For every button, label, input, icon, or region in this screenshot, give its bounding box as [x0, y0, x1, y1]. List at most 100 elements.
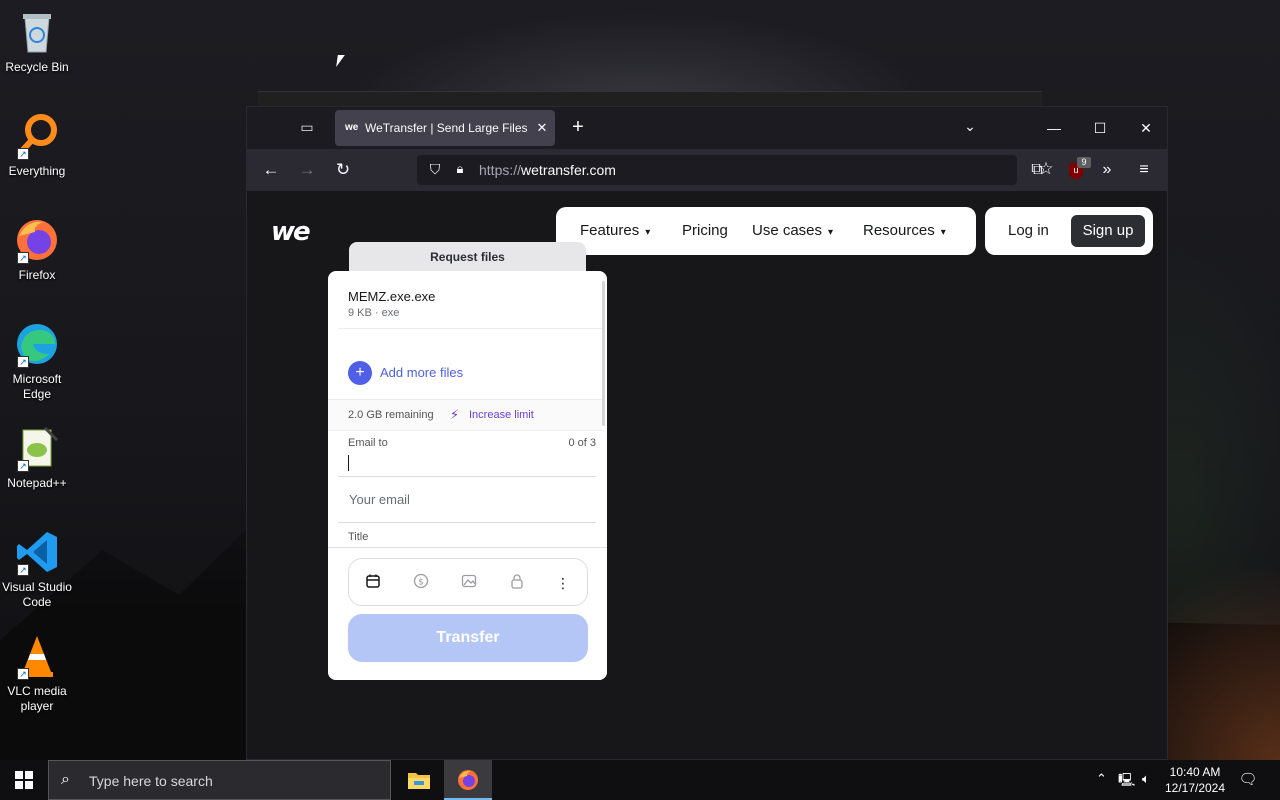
desktop-icon-label: Everything — [8, 164, 66, 178]
desktop-icon-firefox[interactable]: ↗ Firefox — [0, 216, 74, 283]
file-name: MEMZ.exe.exe — [348, 289, 436, 304]
email-to-label: Email to — [348, 437, 388, 449]
shortcut-arrow-icon: ↗ — [17, 460, 29, 472]
calendar-icon[interactable] — [363, 573, 383, 593]
taskbar: ⌕ Type here to search ⌃ 🖳︎ 🔈︎ 10:40 AM 1… — [0, 760, 1280, 800]
reload-button[interactable]: ↻ — [331, 159, 355, 181]
navigation-toolbar: ← → ↻ ⛉ 🔒︎ https://wetransfer.com ☆ ⧉ u … — [247, 149, 1167, 191]
extensions-puzzle-icon[interactable]: ⧉ — [1025, 159, 1049, 181]
your-email-input[interactable] — [338, 487, 588, 511]
file-meta: 9 KB · exe — [348, 307, 400, 319]
desktop-icon-edge[interactable]: ↗ Microsoft Edge — [0, 320, 74, 402]
nav-pricing[interactable]: Pricing — [682, 223, 728, 239]
file-explorer-taskbar-icon[interactable] — [395, 760, 443, 800]
firefox-view-icon[interactable]: ▭ — [297, 119, 317, 137]
firefox-window: ▭ we WeTransfer | Send Large Files Fa ✕ … — [246, 106, 1168, 760]
tab-bar: ▭ we WeTransfer | Send Large Files Fa ✕ … — [247, 107, 1167, 149]
clock-date: 12/17/2024 — [1164, 781, 1226, 795]
nav-use-cases[interactable]: Use cases ▾ — [752, 223, 833, 241]
list-tabs-chevron-icon[interactable]: ⌄ — [959, 118, 981, 135]
chevron-down-icon: ▾ — [645, 227, 651, 238]
edge-icon: ↗ — [13, 320, 61, 368]
desktop-icon-label: Recycle Bin — [5, 60, 69, 74]
recycle-bin-icon — [13, 8, 61, 56]
lightning-icon: ⚡︎ — [450, 407, 460, 422]
increase-limit-link[interactable]: Increase limit — [469, 409, 534, 421]
firefox-taskbar-icon[interactable] — [444, 760, 492, 800]
desktop-icon-label: Microsoft Edge — [12, 372, 62, 401]
windows-start-icon[interactable] — [0, 760, 48, 800]
email-to-field[interactable]: Email to 0 of 3 — [338, 431, 596, 477]
taskbar-search-box[interactable]: ⌕ Type here to search — [48, 760, 391, 800]
maximize-button[interactable]: ☐ — [1077, 117, 1123, 139]
transfer-button[interactable]: Transfer — [348, 614, 588, 662]
hamburger-menu-icon[interactable]: ≡ — [1132, 159, 1156, 181]
system-clock[interactable]: 10:40 AM 12/17/2024 — [1162, 764, 1228, 796]
minimize-button[interactable]: — — [1031, 117, 1077, 139]
desktop-icon-label: Notepad++ — [7, 476, 67, 490]
shortcut-arrow-icon: ↗ — [17, 668, 29, 680]
back-button[interactable]: ← — [259, 159, 283, 181]
remaining-text: 2.0 GB remaining — [348, 409, 434, 421]
tab-wetransfer[interactable]: we WeTransfer | Send Large Files Fa ✕ — [335, 110, 555, 146]
close-tab-icon[interactable]: ✕ — [535, 110, 549, 146]
login-link[interactable]: Log in — [1008, 223, 1049, 239]
search-placeholder: Type here to search — [89, 773, 213, 789]
everything-search-icon: ↗ — [13, 112, 61, 160]
notepadpp-icon: ↗ — [13, 424, 61, 472]
volume-muted-icon[interactable]: 🔈︎ — [1142, 771, 1150, 787]
desktop-icon-notepadpp[interactable]: ↗ Notepad++ — [0, 424, 74, 491]
address-bar[interactable]: ⛉ 🔒︎ https://wetransfer.com ☆ — [417, 155, 1054, 185]
lock-icon[interactable]: 🔒︎ — [453, 161, 467, 179]
signup-button[interactable]: Sign up — [1071, 215, 1145, 247]
close-window-button[interactable]: ✕ — [1123, 117, 1169, 139]
panel-footer: $ ⋮ Transfer — [328, 547, 607, 680]
wetransfer-logo[interactable]: we — [271, 217, 311, 247]
auth-box: Log in Sign up — [985, 207, 1153, 255]
chevron-down-icon: ▾ — [940, 227, 946, 238]
shortcut-arrow-icon: ↗ — [17, 356, 29, 368]
desktop-icon-label: Firefox — [18, 268, 56, 282]
desktop-icon-label: VLC media player — [7, 684, 67, 713]
request-files-tab[interactable]: Request files — [349, 242, 586, 274]
clock-time: 10:40 AM — [1169, 765, 1221, 779]
add-more-files-label: Add more files — [380, 365, 464, 380]
desktop-icon-recycle-bin[interactable]: Recycle Bin — [0, 8, 74, 75]
desktop-icon-everything[interactable]: ↗ Everything — [0, 112, 74, 179]
forward-button[interactable]: → — [295, 159, 319, 181]
storage-remaining-row: 2.0 GB remaining ⚡︎ Increase limit — [328, 399, 602, 431]
tracking-protection-shield-icon[interactable]: ⛉ — [427, 161, 443, 179]
file-list-item: MEMZ.exe.exe 9 KB · exe — [338, 271, 602, 329]
notification-center-icon[interactable]: 🗨︎ — [1238, 770, 1258, 788]
plus-icon: + — [348, 361, 372, 385]
web-page: we Features ▾ Pricing Use cases ▾ Resource… — [247, 191, 1167, 759]
nav-features[interactable]: Features ▾ — [580, 223, 650, 241]
network-icon[interactable]: 🖳︎ — [1118, 771, 1135, 793]
shortcut-arrow-icon: ↗ — [17, 564, 29, 576]
desktop-icon-label: Visual Studio Code — [2, 580, 72, 609]
ublock-origin-button[interactable]: u 9 — [1065, 157, 1091, 181]
vlc-icon: ↗ — [13, 632, 61, 680]
desktop-icon-vscode[interactable]: ↗ Visual Studio Code — [0, 528, 74, 610]
url-text[interactable]: https://wetransfer.com — [479, 162, 616, 178]
lock-icon[interactable] — [507, 573, 527, 593]
vscode-icon: ↗ — [13, 528, 61, 576]
wetransfer-favicon-icon: we — [345, 122, 359, 133]
more-icon[interactable]: ⋮ — [553, 573, 573, 593]
image-icon[interactable] — [459, 573, 479, 593]
tab-title: WeTransfer | Send Large Files Fa — [365, 121, 531, 135]
shortcut-arrow-icon: ↗ — [17, 252, 29, 264]
panel-scrollbar[interactable] — [602, 281, 605, 426]
overflow-menu-chevrons-icon[interactable]: » — [1095, 159, 1119, 181]
desktop-icon-vlc[interactable]: ↗ VLC media player — [0, 632, 74, 714]
chevron-down-icon: ▾ — [828, 227, 834, 238]
show-hidden-icons-chevron-icon[interactable]: ⌃ — [1096, 771, 1107, 787]
transfer-options: $ ⋮ — [348, 558, 588, 606]
email-to-count: 0 of 3 — [568, 437, 596, 449]
ublock-badge: 9 — [1077, 157, 1091, 168]
nav-resources[interactable]: Resources ▾ — [863, 223, 946, 241]
new-tab-button[interactable]: + — [567, 117, 589, 139]
dollar-icon[interactable]: $ — [411, 573, 431, 593]
site-navigation: Features ▾ Pricing Use cases ▾ Resources ▾ — [556, 207, 976, 255]
search-icon: ⌕ — [61, 771, 70, 788]
